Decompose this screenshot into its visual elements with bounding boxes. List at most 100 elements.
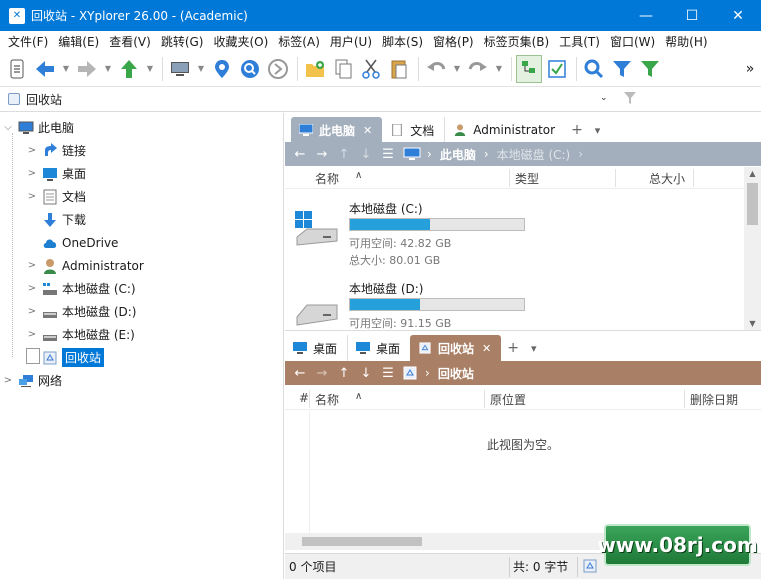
- scroll-thumb[interactable]: [747, 183, 758, 225]
- checkbox-icon[interactable]: [544, 55, 570, 83]
- menu-window[interactable]: 窗口(W): [605, 33, 660, 50]
- column-name[interactable]: 名称: [315, 170, 339, 187]
- toolbar-overflow-icon[interactable]: »: [743, 55, 757, 83]
- menu-tags[interactable]: 标签(A): [273, 33, 325, 50]
- close-button[interactable]: ✕: [715, 0, 761, 31]
- breadcrumb-this-pc[interactable]: 此电脑: [440, 146, 476, 163]
- back-arrow-icon[interactable]: [32, 55, 58, 83]
- filter-icon[interactable]: [609, 55, 635, 83]
- scroll-down-icon[interactable]: ▼: [744, 319, 761, 328]
- tab-desktop[interactable]: 桌面: [285, 335, 347, 361]
- redo-icon[interactable]: [465, 55, 491, 83]
- copy-icon[interactable]: [330, 55, 356, 83]
- tab-documents[interactable]: 文档: [382, 117, 444, 143]
- drive-item-d[interactable]: 本地磁盘 (D:) 可用空间: 91.15 GB: [285, 277, 745, 330]
- tab-desktop[interactable]: 桌面: [347, 335, 410, 361]
- tree-item-links[interactable]: > 链接: [26, 140, 86, 161]
- expand-icon[interactable]: >: [26, 329, 38, 340]
- expand-icon[interactable]: >: [2, 375, 14, 386]
- filter-icon[interactable]: [624, 92, 636, 104]
- column-separator[interactable]: [615, 169, 616, 187]
- hamburger-icon[interactable]: ☰: [377, 366, 399, 381]
- computer-icon[interactable]: [167, 55, 193, 83]
- tab-menu-button[interactable]: ▾: [589, 117, 607, 143]
- new-tab-button[interactable]: +: [501, 335, 525, 361]
- column-separator[interactable]: [484, 390, 485, 408]
- up-dropdown-icon[interactable]: ▼: [144, 55, 156, 83]
- tree-item-administrator[interactable]: > Administrator: [26, 255, 144, 276]
- undo-dropdown-icon[interactable]: ▼: [451, 55, 463, 83]
- tree-item-downloads[interactable]: 下载: [26, 209, 86, 230]
- minimize-button[interactable]: —: [623, 0, 669, 31]
- down-arrow-icon[interactable]: ↓: [355, 366, 377, 381]
- tree-item-recycle-bin[interactable]: 回收站: [26, 347, 105, 368]
- address-bar[interactable]: 回收站 ⌄: [0, 87, 761, 112]
- go-circle-icon[interactable]: [265, 55, 291, 83]
- column-separator[interactable]: [309, 390, 310, 408]
- expand-icon[interactable]: >: [26, 145, 38, 156]
- expand-icon[interactable]: >: [26, 306, 38, 317]
- undo-icon[interactable]: [423, 55, 449, 83]
- close-tab-icon[interactable]: ✕: [482, 342, 491, 355]
- tab-administrator[interactable]: Administrator: [444, 117, 565, 143]
- address-dropdown-icon[interactable]: ⌄: [600, 93, 608, 103]
- scroll-up-icon[interactable]: ▲: [744, 169, 761, 178]
- tree-item-network[interactable]: > 网络: [2, 370, 62, 391]
- search-icon[interactable]: [581, 55, 607, 83]
- collapse-icon[interactable]: ⌵: [2, 122, 14, 133]
- forward-arrow-icon[interactable]: →: [311, 366, 333, 381]
- new-folder-icon[interactable]: [302, 55, 328, 83]
- column-number[interactable]: #: [299, 391, 309, 405]
- maximize-button[interactable]: ☐: [669, 0, 715, 31]
- column-name[interactable]: 名称: [315, 391, 339, 408]
- back-arrow-icon[interactable]: ←: [289, 366, 311, 381]
- address-input[interactable]: 回收站: [26, 91, 62, 108]
- tree-item-documents[interactable]: > 文档: [26, 186, 86, 207]
- computer-dropdown-icon[interactable]: ▼: [195, 55, 207, 83]
- menu-help[interactable]: 帮助(H): [660, 33, 712, 50]
- column-separator[interactable]: [684, 390, 685, 408]
- tree-item-this-pc[interactable]: ⌵ 此电脑: [2, 117, 74, 138]
- menu-favorites[interactable]: 收藏夹(O): [208, 33, 273, 50]
- breadcrumb-drive-c[interactable]: 本地磁盘 (C:): [497, 146, 571, 163]
- tree-item-drive-c[interactable]: > 本地磁盘 (C:): [26, 278, 136, 299]
- tree-item-drive-e[interactable]: > 本地磁盘 (E:): [26, 324, 135, 345]
- redo-dropdown-icon[interactable]: ▼: [493, 55, 505, 83]
- cut-icon[interactable]: [358, 55, 384, 83]
- breadcrumb-recycle-bin[interactable]: 回收站: [438, 365, 474, 382]
- tab-menu-button[interactable]: ▾: [525, 335, 543, 361]
- hamburger-icon[interactable]: [4, 55, 30, 83]
- menu-go[interactable]: 跳转(G): [156, 33, 209, 50]
- pane1-vertical-scrollbar[interactable]: ▲ ▼: [744, 167, 761, 330]
- expand-icon[interactable]: >: [26, 260, 38, 271]
- forward-arrow-icon[interactable]: →: [311, 147, 333, 162]
- menu-user[interactable]: 用户(U): [325, 33, 377, 50]
- tab-this-pc[interactable]: 此电脑 ✕: [291, 117, 383, 143]
- tab-recycle-bin[interactable]: 回收站 ✕: [410, 335, 502, 361]
- up-arrow-icon[interactable]: [116, 55, 142, 83]
- paste-icon[interactable]: [386, 55, 412, 83]
- expand-icon[interactable]: >: [26, 191, 38, 202]
- tree-item-desktop[interactable]: > 桌面: [26, 163, 86, 184]
- close-tab-icon[interactable]: ✕: [363, 124, 372, 137]
- find-files-icon[interactable]: [237, 55, 263, 83]
- hamburger-icon[interactable]: ☰: [377, 147, 399, 162]
- location-pin-icon[interactable]: [209, 55, 235, 83]
- forward-arrow-icon[interactable]: [74, 55, 100, 83]
- tree-item-drive-d[interactable]: > 本地磁盘 (D:): [26, 301, 137, 322]
- dual-pane-icon[interactable]: [516, 54, 542, 83]
- scroll-thumb[interactable]: [302, 537, 422, 546]
- down-arrow-icon[interactable]: ↓: [355, 147, 377, 162]
- forward-dropdown-icon[interactable]: ▼: [102, 55, 114, 83]
- menu-panes[interactable]: 窗格(P): [428, 33, 479, 50]
- menu-scripting[interactable]: 脚本(S): [377, 33, 428, 50]
- new-tab-button[interactable]: +: [565, 117, 589, 143]
- column-separator[interactable]: [693, 169, 694, 187]
- green-filter-icon[interactable]: [637, 55, 663, 83]
- back-arrow-icon[interactable]: ←: [289, 147, 311, 162]
- drive-item-c[interactable]: 本地磁盘 (C:) 可用空间: 42.82 GB 总大小: 80.01 GB: [285, 197, 745, 273]
- menu-tools[interactable]: 工具(T): [554, 33, 605, 50]
- column-separator[interactable]: [509, 169, 510, 187]
- menu-view[interactable]: 查看(V): [104, 33, 156, 50]
- column-size[interactable]: 总大小: [649, 170, 685, 187]
